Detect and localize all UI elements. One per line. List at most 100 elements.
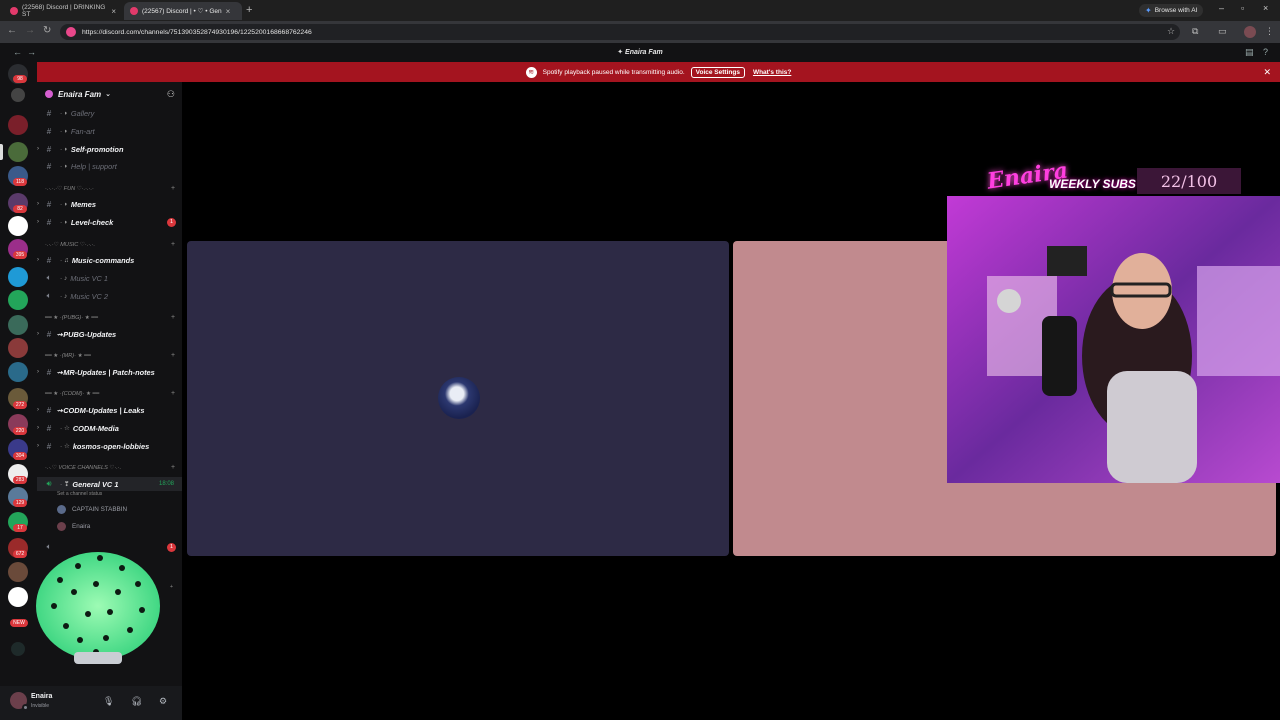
username: Enaira: [31, 693, 53, 700]
settings-gear-icon[interactable]: ⚙: [159, 696, 167, 707]
server-icon[interactable]: [8, 142, 28, 162]
channel-music-commands[interactable]: › # · ♫ Music-commands: [37, 253, 182, 267]
back-icon[interactable]: ←: [7, 25, 17, 36]
server-icon[interactable]: [8, 362, 28, 382]
discord-title-strip: ← → ✦ Enaira Fam ▤ ?: [0, 43, 1280, 62]
server-icon[interactable]: [8, 587, 28, 607]
discord-favicon-icon: [10, 7, 18, 15]
spotify-notice-bar: ≋ Spotify playback paused while transmit…: [37, 62, 1280, 82]
voice-settings-button[interactable]: Voice Settings: [690, 66, 745, 78]
channel-self-promotion[interactable]: › # · ◗ Self-promotion: [37, 142, 182, 156]
address-bar[interactable]: https://discord.com/channels/75139035287…: [60, 24, 1180, 40]
server-icon[interactable]: [8, 562, 28, 582]
extensions-icon[interactable]: ⧉: [1192, 26, 1198, 37]
help-icon[interactable]: ?: [1263, 47, 1268, 57]
channel-mr-updates[interactable]: › # ⇝MR-Updates | Patch-notes: [37, 365, 182, 379]
server-icon[interactable]: [8, 115, 28, 135]
download-apps-icon[interactable]: [11, 642, 25, 656]
voice-user-name: CAPTAIN STABBIN: [72, 505, 128, 513]
new-tab-button[interactable]: +: [246, 4, 252, 16]
channel-gallery[interactable]: # · ◗ Gallery: [37, 106, 182, 120]
channel-codm-updates[interactable]: › # ⇝CODM-Updates | Leaks: [37, 403, 182, 417]
spotify-icon: ≋: [525, 66, 537, 78]
forward-icon[interactable]: →: [25, 25, 35, 36]
add-channel-icon[interactable]: +: [167, 583, 176, 592]
server-icon[interactable]: [8, 315, 28, 335]
microphone-icon[interactable]: 🎙︎: [103, 696, 114, 707]
new-badge: NEW: [10, 619, 28, 627]
chevron-right-icon: ›: [37, 369, 39, 375]
channel-label: Help | support: [70, 161, 117, 171]
channel-codm-media[interactable]: › # · ☆ CODM-Media: [37, 421, 182, 435]
add-channel-icon[interactable]: +: [171, 185, 175, 192]
window-close-icon[interactable]: ×: [1263, 3, 1268, 13]
chevron-right-icon: ›: [37, 201, 39, 207]
channel-label: ⇝MR-Updates | Patch-notes: [57, 367, 155, 377]
profile-avatar[interactable]: [1244, 26, 1256, 38]
server-icon[interactable]: [11, 88, 25, 102]
avatar: [57, 504, 66, 514]
server-icon[interactable]: [8, 338, 28, 358]
close-tab-icon[interactable]: ×: [226, 7, 231, 16]
headphones-icon[interactable]: 🎧︎: [131, 696, 142, 707]
bookmark-star-icon[interactable]: ☆: [1167, 26, 1175, 37]
add-channel-icon[interactable]: +: [171, 390, 175, 397]
browser-tab-2[interactable]: (22567) Discord | • ♡ • Gen ×: [124, 2, 242, 20]
browse-with-ai-button[interactable]: ✦ Browse with AI: [1139, 4, 1204, 17]
channel-help-support[interactable]: # · ◗ Help | support: [37, 159, 182, 173]
menu-icon[interactable]: ⋮: [1265, 26, 1274, 37]
maximize-icon[interactable]: ▫: [1241, 3, 1244, 13]
channel-general-vc-1[interactable]: 🔊︎ · ❣ General VC 1 18:08: [37, 477, 182, 491]
channel-level-check[interactable]: › # · ◗ Level-check 1: [37, 215, 182, 229]
set-channel-status-link[interactable]: Set a channel status: [57, 491, 102, 497]
channel-music-vc-1[interactable]: 🔈︎ · ♪ Music VC 1: [37, 271, 182, 285]
channel-label: Music VC 2: [70, 291, 109, 301]
channel-fan-art[interactable]: # · ◗ Fan-art: [37, 124, 182, 138]
channel-kosmos-open-lobbies[interactable]: › # · ☆ kosmos-open-lobbies: [37, 439, 182, 453]
chevron-right-icon: ›: [37, 443, 39, 449]
voice-user-enaira[interactable]: Enaira: [57, 520, 90, 532]
channel-music-vc-2[interactable]: 🔈︎ · ♪ Music VC 2: [37, 289, 182, 303]
channel-memes[interactable]: › # · ◗ Memes: [37, 197, 182, 211]
category-codm[interactable]: ━━ ★ ·(CODM)· ★ ━━ +: [45, 390, 175, 401]
invite-people-icon[interactable]: ⚇: [167, 89, 175, 100]
inbox-icon[interactable]: ▤: [1245, 47, 1254, 58]
server-icon[interactable]: [8, 216, 28, 236]
add-channel-icon[interactable]: +: [171, 241, 175, 248]
category-pubg[interactable]: ━━ ★ ·(PUBG)· ★ ━━ +: [45, 314, 175, 325]
server-icon[interactable]: [8, 267, 28, 287]
category-voice-channels[interactable]: ·.·.♡ VOICE CHANNELS ♡·.·. +: [45, 464, 175, 475]
minimize-icon[interactable]: –: [1219, 3, 1224, 13]
voice-user-name: Enaira: [72, 522, 91, 530]
cast-icon[interactable]: ▭: [1218, 26, 1227, 37]
category-label: ·.·.♡ VOICE CHANNELS ♡·.·.: [45, 465, 122, 471]
reload-icon[interactable]: ↻: [43, 25, 51, 36]
add-channel-icon[interactable]: +: [171, 464, 175, 471]
user-panel: Enaira Invisible 🎙︎ 🎧︎ ⚙: [0, 686, 182, 720]
whats-this-link[interactable]: What's this?: [753, 69, 791, 76]
server-badge: 395: [13, 251, 27, 259]
site-info-icon[interactable]: [66, 27, 76, 37]
add-channel-icon[interactable]: +: [171, 314, 175, 321]
channel-pubg-updates[interactable]: › # ⇝PUBG-Updates: [37, 327, 182, 341]
chevron-right-icon: ›: [37, 219, 39, 225]
star-icon: · ☆: [60, 425, 70, 432]
close-notice-icon[interactable]: ✕: [1263, 67, 1271, 78]
weekly-subs-label: WEEKLY SUBS ♥: [1049, 177, 1147, 191]
category-label: ━━ ★ ·(MR)· ★ ━━: [45, 353, 91, 359]
category-music[interactable]: ·.·.·♡ MUSIC ♡·.·.·. +: [45, 241, 175, 252]
category-mr[interactable]: ━━ ★ ·(MR)· ★ ━━ +: [45, 352, 175, 363]
channel-label: ⇝CODM-Updates | Leaks: [57, 405, 145, 415]
add-channel-icon[interactable]: +: [171, 352, 175, 359]
server-header[interactable]: Enaira Fam ⌄ ⚇: [37, 82, 182, 106]
close-tab-icon[interactable]: ×: [111, 7, 116, 16]
star-icon: · ☆: [60, 443, 70, 450]
server-icon[interactable]: [8, 290, 28, 310]
channel-label: Fan-art: [70, 126, 95, 136]
avatar-decoration: [36, 552, 160, 664]
voice-tile-captain-stabbin[interactable]: [187, 241, 729, 556]
browser-tab-1[interactable]: (22568) Discord | DRINKING ST ×: [4, 2, 122, 20]
category-fun[interactable]: ·.·.·.·♡ FUN ♡·.·.·.· +: [45, 185, 175, 196]
voice-user-captain-stabbin[interactable]: CAPTAIN STABBIN: [57, 503, 127, 515]
music-note-icon: · ♪: [60, 292, 68, 300]
